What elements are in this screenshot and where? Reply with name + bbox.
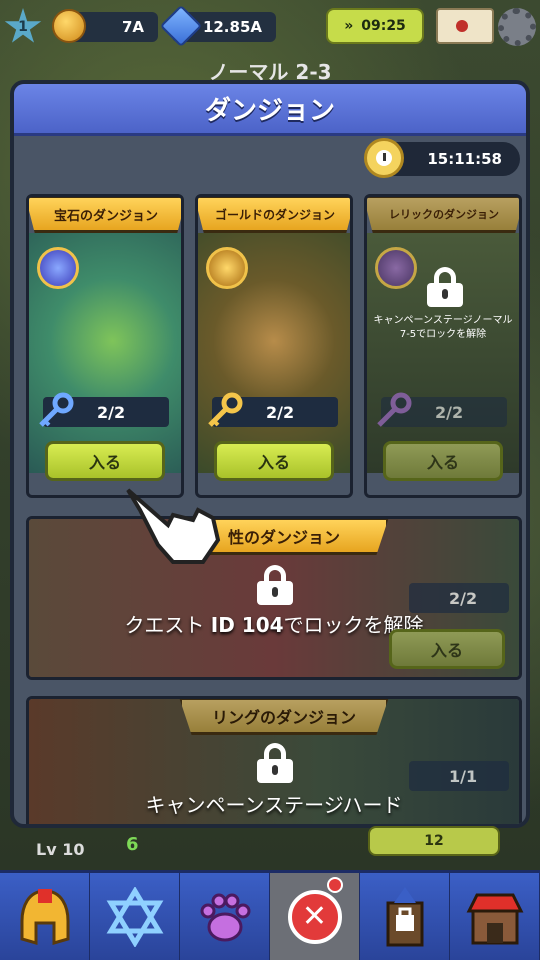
attribute-dungeon-card[interactable]: 性のダンジョン クエスト ID 104でロックを解除 2/2 入る	[26, 516, 522, 680]
dungeon-title: ゴールドのダンジョン	[198, 197, 350, 233]
unlock-requirement-text: キャンペーンステージハード	[145, 793, 403, 817]
gem-badge-icon	[37, 247, 79, 289]
locked-tower-icon	[386, 886, 423, 946]
nav-pets[interactable]	[180, 873, 270, 960]
speed-boost-button[interactable]: » 09:25	[326, 8, 424, 44]
paw-icon	[200, 893, 250, 941]
blue-key-icon	[39, 392, 74, 427]
dungeon-title: 宝石のダンジョン	[29, 197, 181, 233]
reset-timer-value: 15:11:58	[427, 150, 502, 168]
key-count: 2/2	[409, 583, 509, 613]
lock-icon	[427, 267, 463, 307]
key-count: 2/2	[208, 392, 338, 427]
clock-icon	[364, 138, 404, 178]
upgrade-pill[interactable]: 12	[368, 826, 500, 856]
key-count: 2/2	[377, 392, 507, 427]
reset-timer: 15:11:58	[364, 138, 520, 178]
quest-id: ID 104	[210, 613, 284, 637]
key-count: 2/2	[39, 392, 169, 427]
purple-key-icon	[377, 392, 412, 427]
nav-shop[interactable]	[450, 873, 540, 960]
enter-button[interactable]: 入る	[389, 629, 505, 669]
gear-icon[interactable]	[498, 8, 536, 46]
dungeon-title: レリックのダンジョン	[367, 197, 519, 233]
fast-forward-icon: »	[344, 18, 354, 34]
gem-amount: 12.85A	[202, 18, 262, 36]
gold-key-icon	[208, 392, 243, 427]
key-count-value: 2/2	[435, 402, 464, 422]
gold-coin-icon	[52, 9, 86, 43]
gem-dungeon-card[interactable]: 宝石のダンジョン 2/2 入る	[26, 194, 184, 498]
helmet-icon	[20, 888, 69, 945]
shop-icon	[466, 893, 523, 944]
unlock-requirement-line2: 7-5でロックを解除	[399, 329, 487, 340]
key-count: 1/1	[409, 761, 509, 791]
relic-dungeon-card[interactable]: レリックのダンジョン キャンペーンステージノーマル 7-5でロックを解除 2/2…	[364, 194, 522, 498]
notification-dot	[327, 877, 343, 893]
key-count-value: 1/1	[449, 766, 478, 786]
ring-dungeon-card[interactable]: リングのダンジョン キャンペーンステージハード 1/1	[26, 696, 522, 824]
nav-close[interactable]: ✕	[270, 873, 360, 960]
key-count-value: 2/2	[449, 588, 478, 608]
key-count-value: 2/2	[266, 402, 295, 422]
mail-icon[interactable]	[436, 8, 494, 44]
close-icon[interactable]: ✕	[287, 889, 342, 944]
crown-badge-icon	[206, 247, 248, 289]
enter-button[interactable]: 入る	[383, 441, 503, 481]
ankh-badge-icon	[375, 247, 417, 289]
gold-dungeon-card[interactable]: ゴールドのダンジョン 2/2 入る	[195, 194, 353, 498]
key-count-value: 2/2	[97, 402, 126, 422]
dungeon-title: リングのダンジョン	[179, 699, 389, 735]
tutorial-pointer-hand-icon	[126, 488, 221, 564]
nav-summon[interactable]	[90, 873, 180, 960]
lock-icon	[257, 743, 293, 783]
quest-prefix: クエスト	[124, 613, 211, 637]
star-of-david-icon	[106, 886, 163, 947]
top-hud: 1 7A 12.85A » 09:25	[0, 0, 540, 56]
lock-icon	[257, 565, 293, 605]
player-level: 1	[18, 19, 28, 35]
modal-title: ダンジョン	[14, 84, 526, 136]
bottom-nav: ✕	[0, 870, 540, 960]
boost-timer: 09:25	[361, 18, 406, 34]
unlock-requirement-line1: キャンペーンステージノーマル	[373, 315, 513, 326]
hero-stat: 6	[126, 834, 139, 855]
nav-heroes[interactable]	[0, 873, 90, 960]
nav-tower-locked[interactable]	[360, 873, 450, 960]
enter-button[interactable]: 入る	[214, 441, 334, 481]
dungeon-modal: ダンジョン 15:11:58 宝石のダンジョン 2/2 入る ゴールドのダンジョ…	[10, 80, 530, 828]
hero-level: Lv 10	[36, 840, 85, 859]
gold-amount: 7A	[121, 18, 144, 36]
player-level-star[interactable]: 1	[4, 8, 42, 43]
